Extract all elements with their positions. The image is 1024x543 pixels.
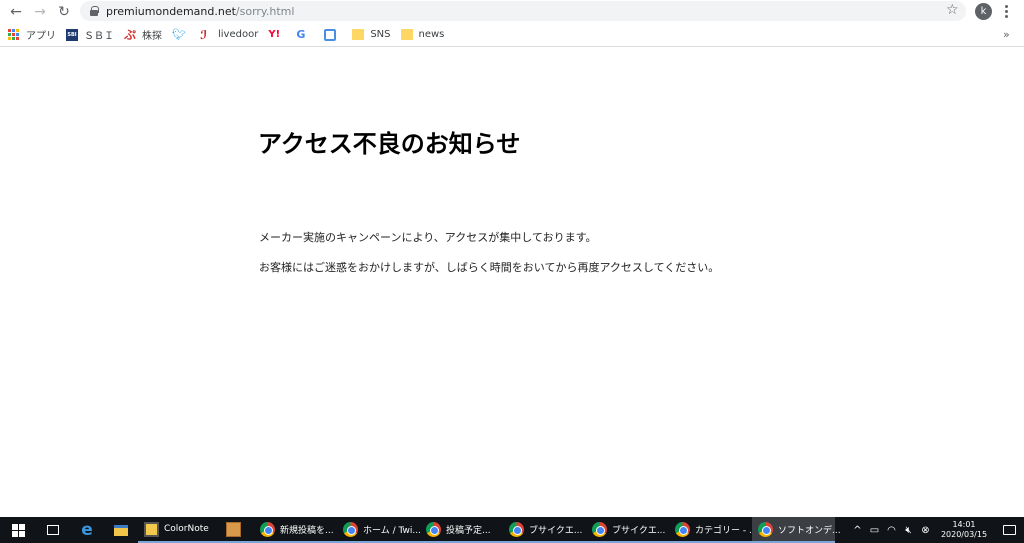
- bookmark-label: ＳＢＩ: [84, 31, 114, 42]
- wifi-icon[interactable]: ◠: [884, 525, 899, 536]
- bookmarks-bar: アプリ SBI ＳＢＩ ぷ株探 🐦︎ ℐlivedoor Y! G SNS new…: [0, 23, 1024, 47]
- taskbar-app-chrome[interactable]: ホーム / Twi...: [337, 517, 421, 543]
- bookmark-apps[interactable]: アプリ: [8, 27, 56, 42]
- taskbar-app-label: ColorNote: [164, 524, 209, 534]
- bookmarks-overflow-icon[interactable]: »: [1003, 28, 1010, 41]
- bookmark-cube[interactable]: [324, 28, 342, 41]
- url-host: premiumondemand.net: [106, 4, 236, 18]
- yahoo-icon: Y!: [268, 28, 281, 40]
- edge-button[interactable]: e: [70, 517, 104, 543]
- task-view-button[interactable]: [36, 517, 70, 543]
- bookmark-sbi[interactable]: SBI ＳＢＩ: [66, 27, 114, 42]
- page-title: アクセス不良のお知らせ: [258, 130, 521, 158]
- bookmark-star-icon[interactable]: ☆: [946, 2, 959, 18]
- bookmark-google[interactable]: G: [296, 27, 314, 41]
- chrome-icon: [260, 521, 275, 537]
- kabutan-icon: ぷ: [124, 27, 137, 42]
- twitter-icon: 🐦︎: [172, 27, 186, 41]
- profile-avatar[interactable]: k: [975, 3, 992, 20]
- chrome-icon: [675, 521, 690, 537]
- chrome-icon: [509, 521, 524, 537]
- back-button[interactable]: ←: [4, 0, 28, 23]
- bookmark-folder-sns[interactable]: SNS: [352, 29, 391, 40]
- edge-icon: e: [81, 520, 93, 540]
- notification-button[interactable]: [994, 525, 1024, 535]
- taskbar: e ColorNote 新規投稿を... ホーム / Twi... 投稿予定..…: [0, 517, 1024, 543]
- bookmark-folder-news[interactable]: news: [400, 29, 445, 40]
- taskbar-app-label: ソフトオンデ...: [778, 525, 841, 536]
- taskbar-app-chrome[interactable]: ブサイクエ...: [586, 517, 669, 543]
- lock-icon: [90, 6, 99, 16]
- reload-icon: ↻: [58, 3, 70, 20]
- browser-toolbar: ← → ↻ premiumondemand.net/sorry.html ☆ k: [0, 0, 1024, 23]
- taskbar-app-chrome[interactable]: 新規投稿を...: [254, 517, 337, 543]
- cube-icon: [324, 28, 337, 41]
- taskbar-app-label: カテゴリー - ...: [695, 525, 758, 536]
- chrome-icon: [592, 521, 607, 537]
- folder-icon: [114, 524, 128, 536]
- apps-grid-icon: [8, 28, 20, 41]
- forward-button[interactable]: →: [28, 0, 52, 23]
- bookmark-label: news: [418, 29, 445, 40]
- bookmark-twitter[interactable]: 🐦︎: [172, 27, 190, 41]
- taskbar-app-chrome[interactable]: 投稿予定...: [420, 517, 503, 543]
- bookmark-yahoo[interactable]: Y!: [268, 29, 286, 41]
- battery-icon[interactable]: ▭: [867, 525, 882, 536]
- colornote-icon: [144, 521, 159, 537]
- bookmark-label: SNS: [370, 29, 391, 40]
- taskbar-app-colornote[interactable]: ColorNote: [138, 517, 220, 543]
- google-icon: G: [296, 27, 306, 41]
- browser-menu-button[interactable]: [1005, 3, 1009, 20]
- taskbar-app-chrome[interactable]: カテゴリー - ...: [669, 517, 758, 543]
- apology-message: お客様にはご迷惑をおかけしますが、しばらく時間をおいてから再度アクセスしてくださ…: [259, 261, 720, 274]
- status-x-icon[interactable]: ⊗: [918, 525, 933, 536]
- windows-logo-icon: [11, 523, 25, 537]
- bookmark-label: アプリ: [26, 31, 56, 42]
- file-explorer-button[interactable]: [104, 517, 138, 543]
- chrome-icon: [758, 521, 773, 537]
- taskbar-app-label: ブサイクエ...: [529, 525, 583, 536]
- bookmark-kabutan[interactable]: ぷ株探: [124, 27, 162, 43]
- taskbar-app-label: 新規投稿を...: [280, 525, 334, 536]
- bookmark-livedoor[interactable]: ℐlivedoor: [200, 29, 258, 41]
- clock-date: 2020/03/15: [940, 530, 988, 539]
- taskbar-app-photo[interactable]: [220, 517, 254, 543]
- page-content: アクセス不良のお知らせ メーカー実施のキャンペーンにより、アクセスが集中しており…: [0, 48, 1024, 516]
- taskbar-app-label: ブサイクエ...: [612, 525, 666, 536]
- arrow-left-icon: ←: [10, 3, 22, 20]
- notice-message: メーカー実施のキャンペーンにより、アクセスが集中しております。: [259, 231, 597, 244]
- chrome-icon: [343, 521, 358, 537]
- task-view-icon: [47, 525, 59, 535]
- chrome-icon: [426, 521, 441, 537]
- bookmark-label: livedoor: [218, 29, 259, 40]
- taskbar-app-chrome[interactable]: ブサイクエ...: [503, 517, 586, 543]
- reload-button[interactable]: ↻: [52, 0, 76, 23]
- notification-icon: [1002, 525, 1016, 535]
- arrow-right-icon: →: [34, 3, 46, 20]
- taskbar-app-chrome-active[interactable]: ソフトオンデ...: [752, 517, 841, 543]
- system-tray: ^ ▭ ◠ 🔇︎ ⊗ 14:01 2020/03/15: [849, 517, 1024, 543]
- chevron-up-icon[interactable]: ^: [850, 525, 865, 536]
- url-path: /sorry.html: [235, 4, 295, 18]
- bookmark-label: 株探: [142, 31, 162, 42]
- folder-icon: [352, 29, 365, 40]
- photo-app-icon: [226, 521, 241, 537]
- taskbar-app-label: ホーム / Twi...: [363, 525, 421, 536]
- sbi-icon: SBI: [66, 28, 78, 41]
- clock[interactable]: 14:01 2020/03/15: [934, 520, 994, 540]
- folder-icon: [400, 29, 413, 40]
- profile-initial: k: [980, 6, 987, 17]
- url-text: premiumondemand.net/sorry.html: [106, 5, 294, 18]
- clock-time: 14:01: [952, 520, 976, 529]
- livedoor-icon: ℐ: [200, 27, 208, 42]
- start-button[interactable]: [0, 517, 36, 543]
- volume-muted-icon[interactable]: 🔇︎: [901, 525, 916, 536]
- taskbar-app-label: 投稿予定...: [446, 525, 491, 536]
- address-bar[interactable]: premiumondemand.net/sorry.html: [80, 1, 966, 21]
